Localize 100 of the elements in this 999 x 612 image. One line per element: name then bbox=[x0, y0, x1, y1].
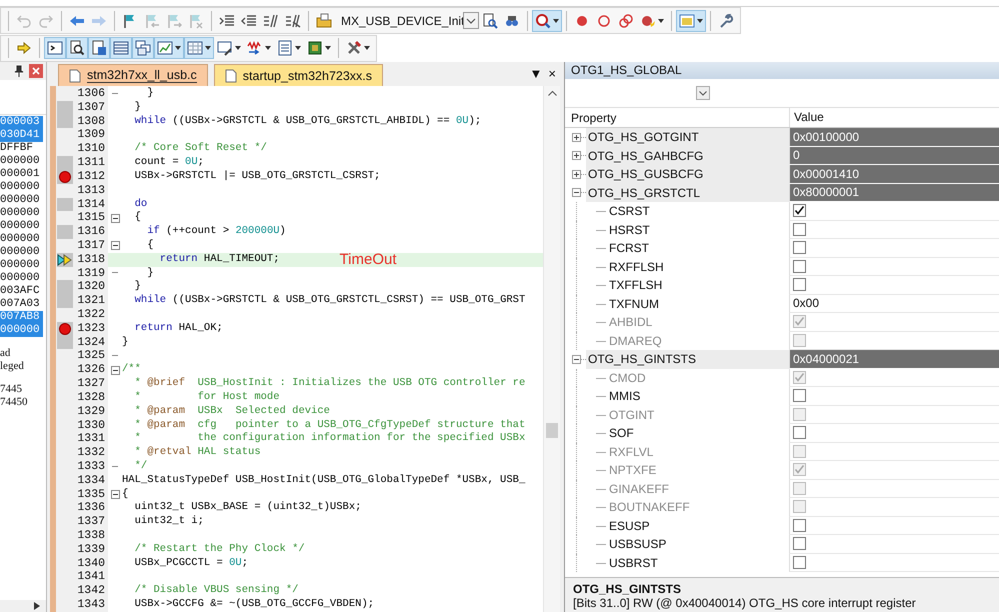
scrollbar-thumb[interactable] bbox=[546, 423, 558, 438]
expander-icon[interactable] bbox=[572, 151, 581, 160]
register-name[interactable]: OTG_HS_GAHBCFG bbox=[586, 146, 789, 165]
code-line: * @brief USB_HostInit : Initializes the USB OTG controller re bbox=[134, 377, 526, 391]
memory-value[interactable]: 000003 bbox=[0, 116, 43, 129]
tab-close-button[interactable]: × bbox=[548, 67, 556, 81]
checkbox[interactable] bbox=[793, 426, 806, 440]
register-name[interactable]: OTG_HS_GINTSTS bbox=[586, 350, 789, 368]
code-line: HAL_StatusTypeDef USB_HostInit(USB_OTG_GlobalTypeDef *USBx, USB_ bbox=[122, 474, 526, 488]
register-name[interactable]: OTG_HS_GRSTCTL bbox=[586, 184, 789, 202]
memory-value[interactable]: DFFBF bbox=[0, 142, 43, 155]
field-name: FCRST bbox=[608, 241, 649, 256]
memory-value[interactable]: 000000 bbox=[0, 220, 43, 233]
close-icon[interactable] bbox=[29, 64, 43, 78]
dropdown-icon[interactable] bbox=[463, 12, 479, 29]
code-line: if (++count > 200000U) bbox=[146, 225, 286, 239]
field-name: TXFNUM bbox=[608, 296, 659, 311]
line-number: 1338 bbox=[76, 529, 106, 543]
memory-value[interactable]: 000000 bbox=[0, 246, 43, 259]
file-tab[interactable]: startup_stm32h723xx.s bbox=[214, 64, 384, 86]
field-name: CSRST bbox=[608, 204, 650, 218]
file-tab[interactable]: stm32h7xx_ll_usb.c bbox=[58, 64, 208, 86]
panel-text: leged bbox=[0, 360, 25, 373]
window-button[interactable] bbox=[676, 10, 706, 32]
window-pencil-icon bbox=[217, 40, 233, 56]
memory-value[interactable]: 030D41 bbox=[0, 129, 43, 142]
memory-value[interactable]: 007A03 bbox=[0, 298, 43, 311]
memory-value[interactable]: 000001 bbox=[0, 168, 43, 181]
checkbox[interactable] bbox=[793, 518, 806, 532]
horizontal-scrollbar[interactable] bbox=[0, 600, 46, 612]
memory-value[interactable]: 007AB8 bbox=[0, 311, 43, 324]
line-number: 1322 bbox=[76, 308, 106, 322]
checkbox[interactable] bbox=[793, 222, 806, 236]
code-line: USBx->GCCFG &= ~(USB_OTG_GCCFG_VBDEN); bbox=[134, 598, 374, 612]
fold-toggle-icon[interactable] bbox=[110, 366, 120, 375]
dropdown-button[interactable] bbox=[696, 86, 710, 100]
expander-icon[interactable] bbox=[572, 354, 581, 364]
register-name[interactable]: OTG_HS_GUSBCFG bbox=[586, 165, 789, 184]
debug-magnifier-button[interactable] bbox=[532, 10, 562, 32]
document-search-button[interactable] bbox=[66, 37, 88, 59]
command-window-icon bbox=[47, 40, 63, 56]
line-number: 1309 bbox=[76, 128, 106, 142]
checkbox[interactable] bbox=[793, 537, 806, 550]
document-icon bbox=[91, 40, 107, 56]
line-number: 1307 bbox=[76, 100, 106, 115]
line-number: 1317 bbox=[76, 238, 106, 253]
checkbox[interactable] bbox=[793, 556, 806, 569]
right-arrow-icon bbox=[16, 40, 32, 56]
expander-icon[interactable] bbox=[572, 170, 581, 179]
column-header[interactable]: Property bbox=[565, 110, 789, 124]
fold-toggle-icon[interactable] bbox=[110, 490, 120, 499]
checkbox[interactable] bbox=[793, 204, 806, 218]
document-icon bbox=[69, 68, 81, 82]
field-name: RXFLVL bbox=[608, 444, 654, 459]
code-line: return HAL_TIMEOUT; bbox=[158, 252, 280, 267]
expander-icon[interactable] bbox=[572, 188, 581, 198]
chart-window-button[interactable] bbox=[154, 37, 184, 59]
memory-value[interactable]: 000000 bbox=[0, 272, 43, 285]
vertical-scrollbar[interactable] bbox=[543, 86, 560, 612]
register-value: 0x80000001 bbox=[789, 184, 999, 202]
list-window-button[interactable] bbox=[110, 37, 132, 59]
document-button[interactable] bbox=[88, 37, 110, 59]
stacked-windows-button[interactable] bbox=[132, 37, 154, 59]
memory-value[interactable]: 000000 bbox=[0, 155, 43, 168]
memory-value[interactable]: 000000 bbox=[0, 181, 43, 194]
pin-icon[interactable] bbox=[14, 65, 24, 77]
hammer-wrench-icon bbox=[346, 40, 362, 56]
line-number: 1313 bbox=[76, 184, 106, 198]
fold-toggle-icon[interactable] bbox=[110, 241, 120, 250]
checkbox[interactable] bbox=[793, 389, 806, 402]
checkbox[interactable] bbox=[793, 241, 806, 254]
code-line: } bbox=[134, 100, 141, 115]
flag-cross-icon bbox=[188, 12, 204, 28]
line-number: 1319 bbox=[76, 266, 106, 280]
memory-value[interactable]: 000000 bbox=[0, 194, 43, 207]
checkbox[interactable] bbox=[793, 260, 806, 273]
two-rings-icon bbox=[618, 12, 634, 28]
code-line: do bbox=[134, 198, 148, 211]
register-name[interactable]: OTG_HS_GOTGINT bbox=[586, 128, 789, 146]
fold-toggle-icon[interactable] bbox=[110, 214, 120, 223]
checkbox[interactable] bbox=[793, 278, 806, 292]
grid-window-button[interactable] bbox=[184, 37, 214, 59]
tab-menu-button[interactable]: ▼ bbox=[530, 67, 542, 81]
memory-value[interactable]: 000000 bbox=[0, 207, 43, 220]
column-header[interactable]: Value bbox=[789, 108, 999, 127]
memory-value[interactable]: 000000 bbox=[0, 324, 43, 337]
expander-icon[interactable] bbox=[572, 132, 581, 142]
memory-value[interactable]: 003AFC bbox=[0, 285, 43, 298]
memory-value[interactable]: 000000 bbox=[0, 259, 43, 272]
field-name: OTGINT bbox=[608, 408, 654, 422]
scroll-right-arrow-icon[interactable] bbox=[34, 602, 40, 610]
function-combo[interactable]: MX_USB_DEVICE_Init bbox=[335, 10, 479, 30]
field-value[interactable]: 0x00 bbox=[793, 296, 820, 310]
field-name: DMAREQ bbox=[608, 334, 662, 348]
code-line: while ((USBx->GRSTCTL & USB_OTG_GRSTCTL_CSRST) == USB_OTG_GRST bbox=[134, 294, 526, 308]
line-number: 1337 bbox=[76, 515, 106, 529]
memory-value[interactable]: 000000 bbox=[0, 233, 43, 246]
code-line: * @param USBx Selected device bbox=[134, 404, 330, 418]
code-line: /* Restart the Phy Clock */ bbox=[134, 542, 305, 557]
command-window-button[interactable] bbox=[44, 37, 66, 59]
